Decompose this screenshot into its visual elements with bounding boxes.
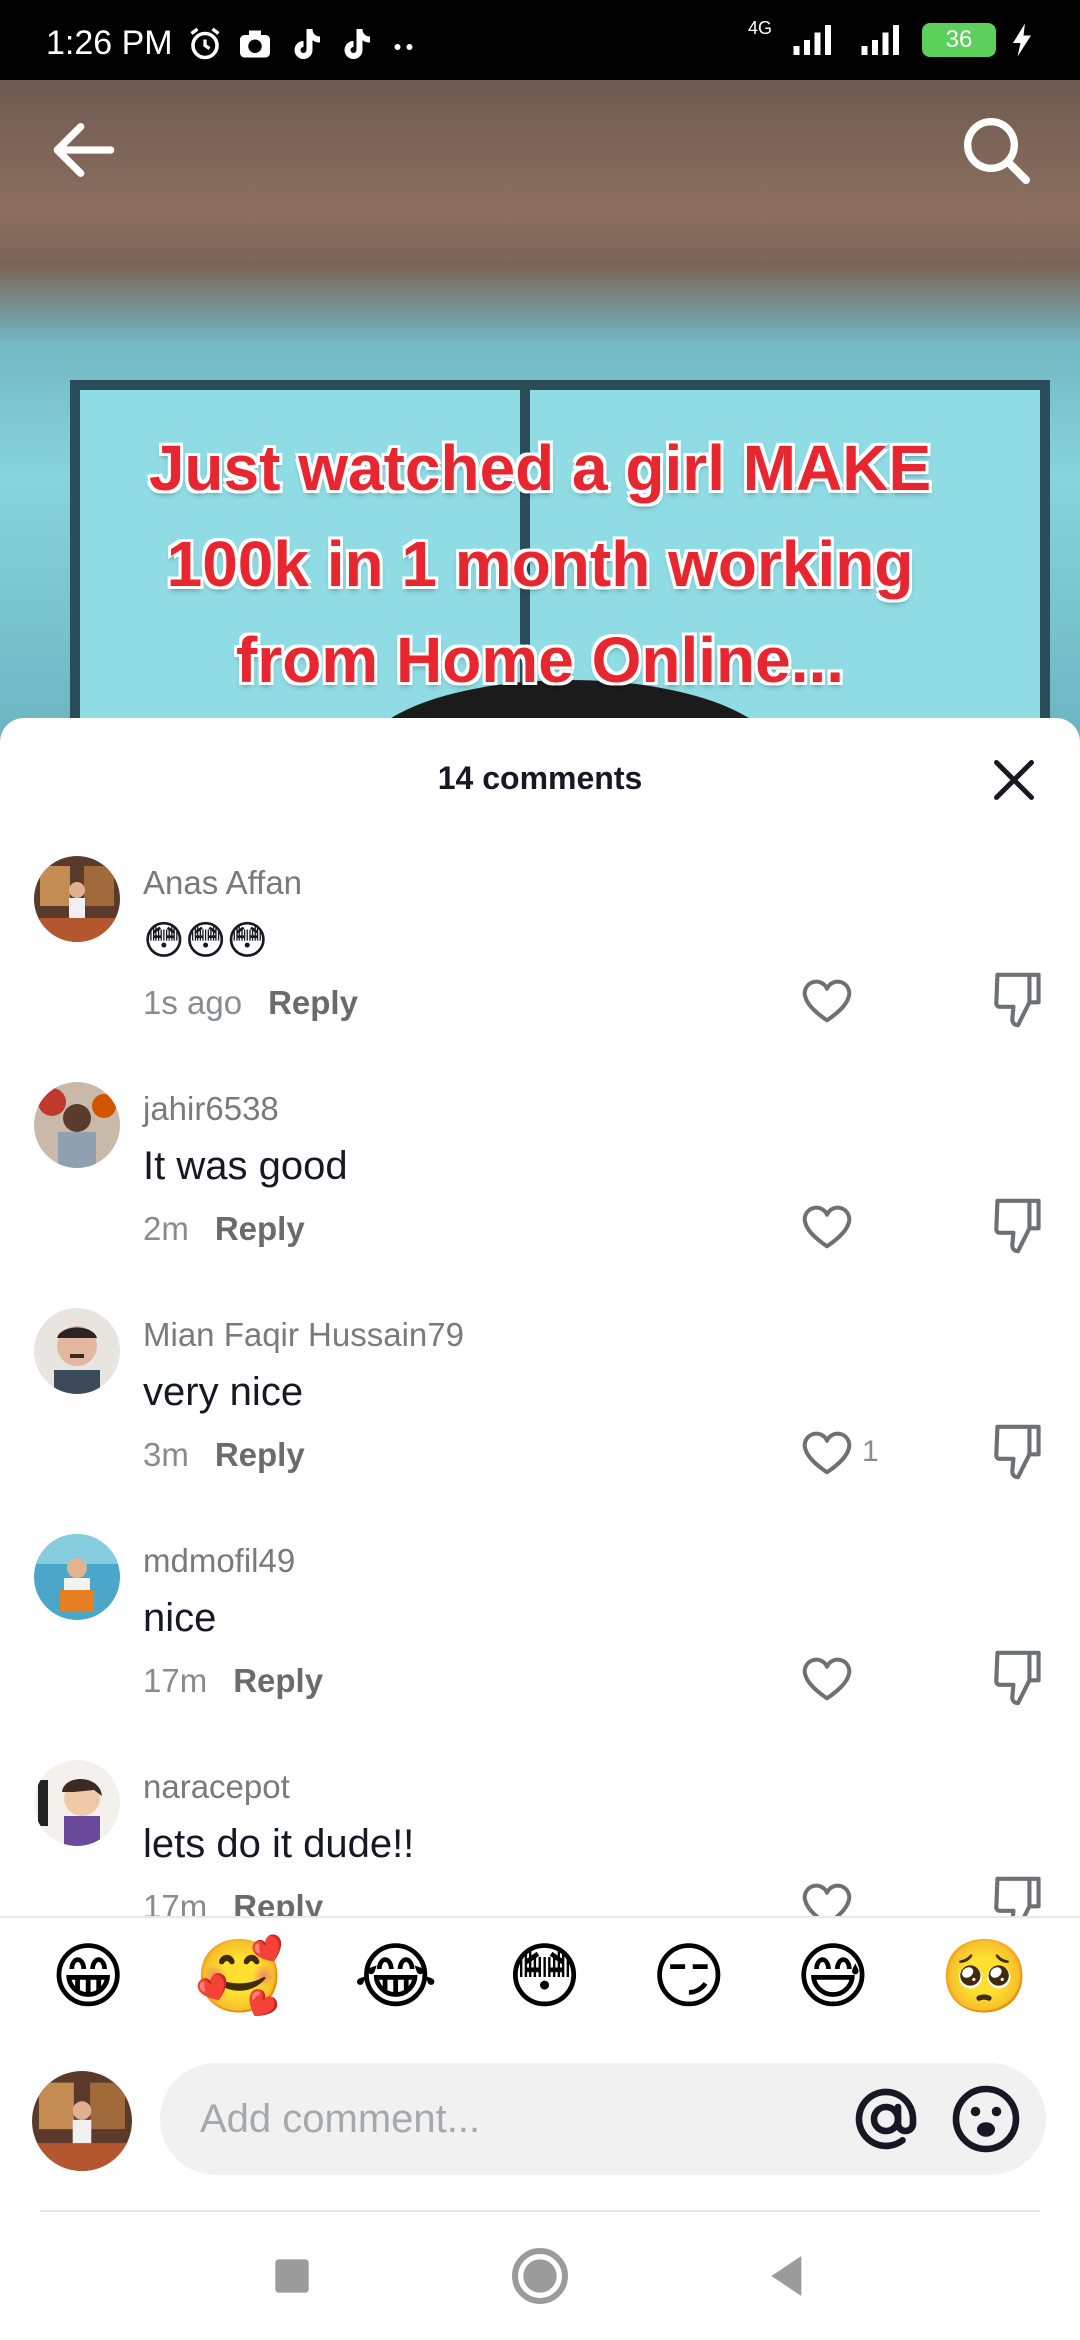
comment-time: 17m xyxy=(143,1662,208,1699)
back-triangle-icon[interactable] xyxy=(748,2236,828,2316)
close-icon[interactable] xyxy=(984,750,1044,810)
caption-line: 100k in 1 month working xyxy=(166,528,914,600)
comment-time: 2m xyxy=(143,1210,189,1247)
signal-icon xyxy=(861,25,899,55)
avatar[interactable] xyxy=(34,1760,120,1846)
comment-item: Mian Faqir Hussain79 very nice 3m Reply … xyxy=(0,1290,1080,1516)
caption-line: from Home Online... xyxy=(235,624,845,696)
comment-text: It was good xyxy=(143,1144,348,1188)
comment-username[interactable]: jahir6538 xyxy=(143,1090,279,1128)
emoji-flushed-button[interactable]: 😳 xyxy=(507,1941,582,2013)
comments-count-title: 14 comments xyxy=(437,760,643,796)
emoji-grin-button[interactable]: 😁 xyxy=(51,1941,126,2013)
signal-icon xyxy=(793,25,831,55)
status-right: 4G 36 xyxy=(747,18,1034,58)
comment-meta: 3m Reply xyxy=(143,1436,305,1474)
comment-text: 😳😳😳 xyxy=(143,919,269,963)
reply-button[interactable]: Reply xyxy=(215,1210,305,1248)
comment-username[interactable]: mdmofil49 xyxy=(143,1542,295,1580)
comment-input-row xyxy=(0,2063,1080,2183)
network-type: 4G xyxy=(747,18,772,38)
video-preview[interactable]: Just watched a girl MAKE 100k in 1 month… xyxy=(0,80,1080,740)
back-arrow-icon[interactable] xyxy=(44,110,124,190)
status-bar: 1:26 PM 4G 36 xyxy=(0,0,1080,80)
reply-button[interactable]: Reply xyxy=(233,1888,323,1918)
comments-sheet: 14 comments Anas Affan 😳😳😳 1s ago Reply xyxy=(0,718,1080,2340)
camera-icon xyxy=(239,30,270,57)
dislike-icon[interactable] xyxy=(990,1646,1046,1710)
charging-icon xyxy=(1013,23,1031,57)
search-icon[interactable] xyxy=(956,110,1036,190)
reply-button[interactable]: Reply xyxy=(233,1662,323,1700)
home-icon[interactable] xyxy=(500,2236,580,2316)
tiktok-icon xyxy=(344,28,370,59)
system-nav-bar xyxy=(0,2214,1080,2340)
like-button[interactable] xyxy=(800,1646,862,1710)
sheet-header: 14 comments xyxy=(0,718,1080,838)
comment-item: naracepot lets do it dude!! 17m Reply xyxy=(0,1742,1080,1918)
emoji-joy-button[interactable]: 😂 xyxy=(354,1941,438,2013)
heart-icon xyxy=(802,1431,852,1475)
comment-item: mdmofil49 nice 17m Reply xyxy=(0,1516,1080,1742)
comment-text: lets do it dude!! xyxy=(143,1822,415,1866)
comment-item: jahir6538 It was good 2m Reply xyxy=(0,1064,1080,1290)
comment-meta: 17m Reply xyxy=(143,1888,323,1918)
reply-button[interactable]: Reply xyxy=(215,1436,305,1474)
heart-icon xyxy=(802,1657,852,1701)
emoji-sweat-smile-button[interactable]: 😅 xyxy=(795,1941,870,2013)
more-dots-icon xyxy=(394,43,413,50)
divider xyxy=(40,2210,1040,2212)
comment-username[interactable]: naracepot xyxy=(143,1768,290,1806)
comments-list[interactable]: Anas Affan 😳😳😳 1s ago Reply jahir6538 It… xyxy=(0,838,1080,1918)
comment-time: 1s ago xyxy=(143,984,243,1021)
status-time: 1:26 PM xyxy=(46,24,173,62)
like-button[interactable]: 1 xyxy=(800,1420,879,1484)
comment-input[interactable] xyxy=(200,2063,820,2175)
status-left: 1:26 PM xyxy=(46,24,423,63)
dislike-icon[interactable] xyxy=(990,968,1046,1032)
comment-text: very nice xyxy=(143,1370,304,1414)
emoji-smirk-button[interactable]: 😏 xyxy=(651,1941,726,2013)
heart-icon xyxy=(802,979,852,1023)
comment-item: Anas Affan 😳😳😳 1s ago Reply xyxy=(0,838,1080,1064)
comment-input-box xyxy=(160,2063,1046,2175)
like-count: 1 xyxy=(862,1435,879,1468)
reply-button[interactable]: Reply xyxy=(268,984,358,1022)
like-button[interactable] xyxy=(800,1872,862,1918)
like-button[interactable] xyxy=(800,1194,862,1258)
my-avatar xyxy=(32,2071,132,2171)
comment-time: 17m xyxy=(143,1888,208,1918)
alarm-icon xyxy=(190,27,220,59)
avatar[interactable] xyxy=(34,1308,120,1394)
comment-meta: 1s ago Reply xyxy=(143,984,358,1022)
comment-meta: 17m Reply xyxy=(143,1662,323,1700)
comment-text: nice xyxy=(143,1596,217,1640)
mention-at-icon[interactable] xyxy=(850,2083,922,2155)
emoji-picker-icon[interactable] xyxy=(950,2083,1022,2155)
dislike-icon[interactable] xyxy=(990,1420,1046,1484)
heart-icon xyxy=(802,1883,852,1918)
recent-apps-icon[interactable] xyxy=(252,2236,332,2316)
dislike-icon[interactable] xyxy=(990,1194,1046,1258)
emoji-hearts-button[interactable]: 🥰 xyxy=(195,1941,285,2013)
heart-icon xyxy=(802,1205,852,1249)
caption-line: Just watched a girl MAKE xyxy=(148,432,932,504)
comment-meta: 2m Reply xyxy=(143,1210,305,1248)
dislike-icon[interactable] xyxy=(990,1872,1046,1918)
emoji-quick-bar: 😁 🥰 😂 😳 😏 😅 🥺 xyxy=(0,1916,1080,2036)
avatar[interactable] xyxy=(34,856,120,942)
comment-time: 3m xyxy=(143,1436,189,1473)
battery-indicator: 36 xyxy=(922,23,996,57)
video-caption: Just watched a girl MAKE 100k in 1 month… xyxy=(60,420,1020,708)
tiktok-icon xyxy=(294,28,320,59)
comment-username[interactable]: Mian Faqir Hussain79 xyxy=(143,1316,464,1354)
comment-username[interactable]: Anas Affan xyxy=(143,864,302,902)
emoji-pleading-button[interactable]: 🥺 xyxy=(940,1941,1030,2013)
avatar[interactable] xyxy=(34,1082,120,1168)
like-button[interactable] xyxy=(800,968,862,1032)
avatar[interactable] xyxy=(34,1534,120,1620)
